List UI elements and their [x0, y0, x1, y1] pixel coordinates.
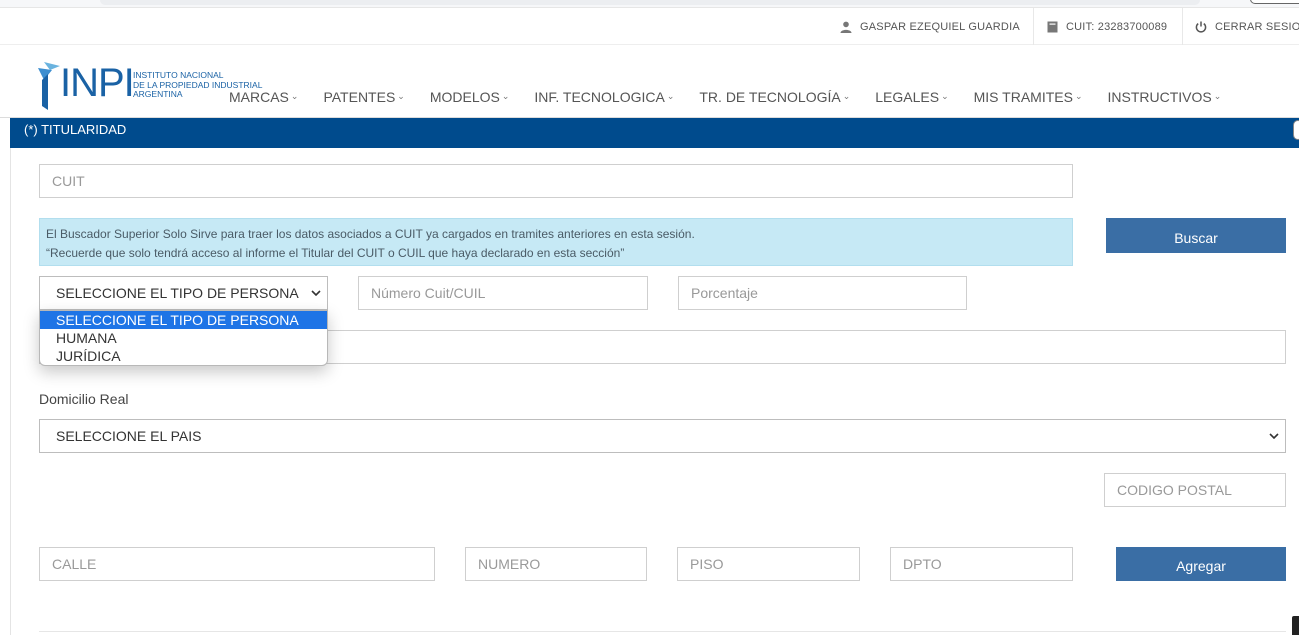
user-name: GASPAR EZEQUIEL GUARDIA	[860, 20, 1020, 33]
cuit-cuil-input[interactable]: Número Cuit/CUIL	[358, 276, 648, 310]
country-value: SELECCIONE EL PAIS	[56, 428, 202, 444]
person-type-dropdown: SELECCIONE EL TIPO DE PERSONA HUMANA JUR…	[39, 310, 328, 366]
nav-item-marcas[interactable]: MARCAS ⌄	[229, 89, 298, 105]
scroll-handle[interactable]	[1292, 616, 1299, 635]
nav-label: TR. DE TECNOLOGÍA	[699, 89, 841, 105]
chevron-down-icon: ⌄	[666, 90, 675, 101]
chevron-down-icon: ⌄	[397, 90, 405, 101]
nav-item-legales[interactable]: LEGALES ⌄	[875, 89, 948, 105]
nav-label: MIS TRAMITES	[973, 89, 1073, 105]
country-select[interactable]: SELECCIONE EL PAIS	[39, 419, 1286, 453]
user-bar-divider	[1182, 8, 1183, 45]
nav-label: INSTRUCTIVOS	[1107, 89, 1212, 105]
search-button-label: Buscar	[1174, 229, 1218, 246]
side-tab[interactable]	[1293, 120, 1299, 140]
search-button[interactable]: Buscar	[1106, 218, 1286, 253]
nav-item-instructivos[interactable]: INSTRUCTIVOS ⌄	[1107, 89, 1221, 105]
section-title-bar: (*) TITULARIDAD	[10, 118, 1299, 148]
nav-item-modelos[interactable]: MODELOS ⌄	[430, 89, 510, 105]
info-message: El Buscador Superior Solo Sirve para tra…	[39, 218, 1073, 266]
person-type-value: SELECCIONE EL TIPO DE PERSONA	[56, 285, 299, 301]
add-button-label: Agregar	[1176, 558, 1226, 574]
chevron-down-icon	[311, 290, 321, 296]
chevron-down-icon: ⌄	[290, 90, 299, 101]
postal-code-input[interactable]: CODIGO POSTAL	[1104, 473, 1286, 507]
logout-label: CERRAR SESION	[1215, 20, 1299, 33]
percentage-input[interactable]: Porcentaje	[678, 276, 967, 310]
browser-profile-button[interactable]	[1250, 0, 1299, 4]
power-icon	[1195, 21, 1207, 33]
number-placeholder: NUMERO	[478, 556, 541, 572]
nav-item-patentes[interactable]: PATENTES ⌄	[323, 89, 404, 105]
nav-label: LEGALES	[875, 89, 940, 105]
postal-code-placeholder: CODIGO POSTAL	[1117, 482, 1232, 498]
apartment-input[interactable]: DPTO	[890, 547, 1073, 581]
floor-input[interactable]: PISO	[677, 547, 860, 581]
user-bar-divider	[1033, 8, 1034, 45]
chevron-down-icon	[1269, 433, 1279, 439]
floor-placeholder: PISO	[690, 556, 724, 572]
user-icon	[840, 21, 852, 33]
logout-link[interactable]: CERRAR SESION	[1195, 8, 1299, 45]
info-line: “Recuerde que solo tendrá acceso al info…	[46, 246, 625, 260]
dropdown-option-default[interactable]: SELECCIONE EL TIPO DE PERSONA	[40, 311, 327, 329]
nav-label: PATENTES	[323, 89, 396, 105]
nav-item-mis-tramites[interactable]: MIS TRAMITES ⌄	[974, 89, 1083, 105]
percentage-placeholder: Porcentaje	[691, 285, 758, 301]
chevron-down-icon: ⌄	[501, 90, 510, 101]
cuit-placeholder: CUIT	[52, 173, 85, 189]
domicile-label: Domicilio Real	[39, 391, 129, 407]
main-nav: MARCAS ⌄ PATENTES ⌄ MODELOS ⌄ INF. TECNOLOG…	[229, 86, 1246, 108]
apartment-placeholder: DPTO	[903, 556, 942, 572]
nav-label: MODELOS	[429, 89, 500, 105]
nav-item-inf-tecnologica[interactable]: INF. TECNOLOGICA ⌄	[534, 89, 674, 105]
user-info[interactable]: GASPAR EZEQUIEL GUARDIA	[840, 8, 1020, 45]
document-icon	[1047, 21, 1058, 32]
cuit-info: CUIT: 23283700089	[1047, 8, 1167, 45]
browser-address-bar[interactable]	[100, 0, 1200, 5]
inpi-logo-icon	[38, 62, 60, 110]
section-title: (*) TITULARIDAD	[24, 122, 127, 137]
user-bar: GASPAR EZEQUIEL GUARDIA CUIT: 2328370008…	[0, 8, 1299, 45]
chevron-down-icon: ⌄	[1074, 90, 1083, 101]
nav-label: MARCAS	[229, 89, 289, 105]
chevron-down-icon: ⌄	[842, 90, 851, 101]
nav-label: INF. TECNOLOGICA	[534, 89, 665, 105]
divider	[39, 631, 1286, 632]
info-line: El Buscador Superior Solo Sirve para tra…	[46, 227, 695, 241]
dropdown-option-juridica[interactable]: JURÍDICA	[40, 347, 327, 365]
add-button[interactable]: Agregar	[1116, 547, 1286, 581]
street-input[interactable]: CALLE	[39, 547, 435, 581]
street-placeholder: CALLE	[52, 556, 97, 572]
chevron-down-icon: ⌄	[941, 90, 949, 101]
cuit-input[interactable]: CUIT	[39, 164, 1073, 198]
person-type-select[interactable]: SELECCIONE EL TIPO DE PERSONA	[39, 276, 328, 310]
nav-item-tr-tecnologia[interactable]: TR. DE TECNOLOGÍA ⌄	[699, 89, 850, 105]
number-input[interactable]: NUMERO	[465, 547, 647, 581]
logo-wordmark[interactable]: INPI	[60, 58, 135, 108]
cuit-cuil-placeholder: Número Cuit/CUIL	[371, 285, 486, 301]
panel-border	[10, 148, 11, 635]
dropdown-option-humana[interactable]: HUMANA	[40, 329, 327, 347]
chevron-down-icon: ⌄	[1213, 90, 1222, 101]
cuit-label: CUIT: 23283700089	[1066, 20, 1168, 33]
